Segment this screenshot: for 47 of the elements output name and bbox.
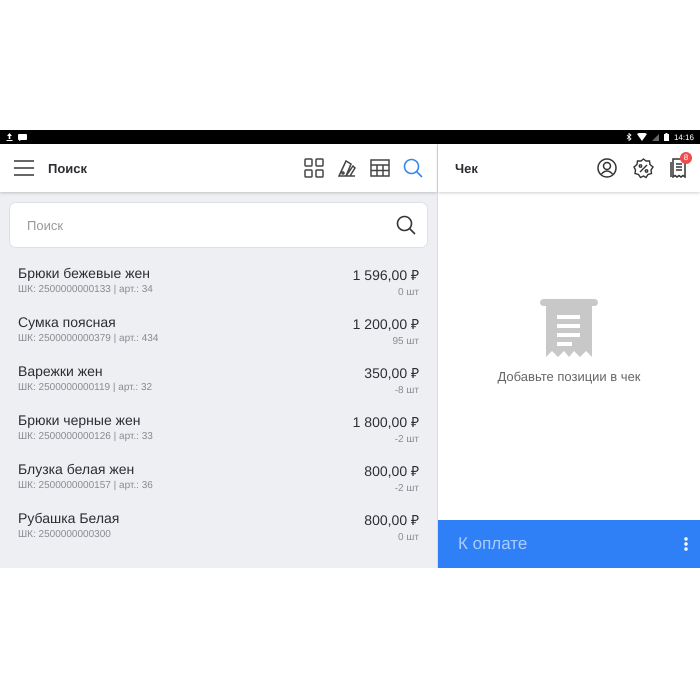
product-name: Варежки жен [18, 363, 104, 379]
table-icon[interactable] [370, 158, 390, 178]
product-code: ШК: 2500000000126 | арт.: 33 [18, 431, 153, 442]
product-name: Сумка поясная [18, 314, 117, 330]
battery-icon [664, 133, 669, 141]
product-price: 1 596,00 ₽ [352, 266, 419, 284]
product-stock: -2 шт [394, 434, 419, 445]
product-code: ШК: 2500000000300 [18, 529, 112, 540]
receipt-icon [540, 298, 598, 358]
swatches-icon[interactable] [337, 158, 357, 178]
product-name: Брюки бежевые жен [18, 265, 152, 281]
discount-icon[interactable] [633, 158, 654, 178]
product-name: Блузка белая жен [18, 461, 136, 477]
panel-title: Поиск [48, 160, 88, 176]
product-code: ШК: 2500000000133 | арт.: 34 [18, 284, 153, 295]
product-price: 1 800,00 ₽ [352, 413, 419, 431]
product-price: 1 200,00 ₽ [352, 315, 419, 333]
search-field[interactable]: Поиск [9, 202, 428, 248]
grid-icon[interactable] [304, 158, 324, 178]
status-time: 14:16 [674, 132, 694, 142]
wifi-icon [636, 133, 647, 141]
panel-title: Чек [455, 160, 479, 176]
receipt-icon[interactable] [670, 158, 686, 178]
pay-button[interactable]: К оплате [438, 520, 700, 568]
search-icon[interactable] [396, 215, 416, 235]
upload-icon [6, 133, 13, 141]
product-code: ШК: 2500000000379 | арт.: 434 [18, 333, 158, 344]
product-stock: 0 шт [398, 287, 419, 298]
menu-icon[interactable] [14, 160, 34, 176]
message-icon [18, 134, 27, 140]
product-stock: -8 шт [394, 385, 419, 396]
empty-receipt-message: Добавьте позиции в чек [497, 368, 640, 384]
signal-icon [652, 134, 659, 140]
notification-badge: 8 [680, 152, 692, 164]
user-icon[interactable] [597, 158, 617, 178]
product-stock: -2 шт [394, 483, 419, 494]
product-code: ШК: 2500000000157 | арт.: 36 [18, 480, 153, 491]
bluetooth-icon [626, 133, 632, 141]
product-price: 800,00 ₽ [364, 462, 419, 480]
product-stock: 95 шт [392, 336, 419, 347]
product-stock: 0 шт [398, 532, 419, 543]
more-icon[interactable] [684, 537, 688, 551]
product-name: Рубашка Белая [18, 510, 120, 526]
product-code: ШК: 2500000000119 | арт.: 32 [18, 382, 152, 393]
product-price: 800,00 ₽ [364, 511, 419, 529]
product-name: Брюки черные жен [18, 412, 142, 428]
product-price: 350,00 ₽ [364, 364, 419, 382]
